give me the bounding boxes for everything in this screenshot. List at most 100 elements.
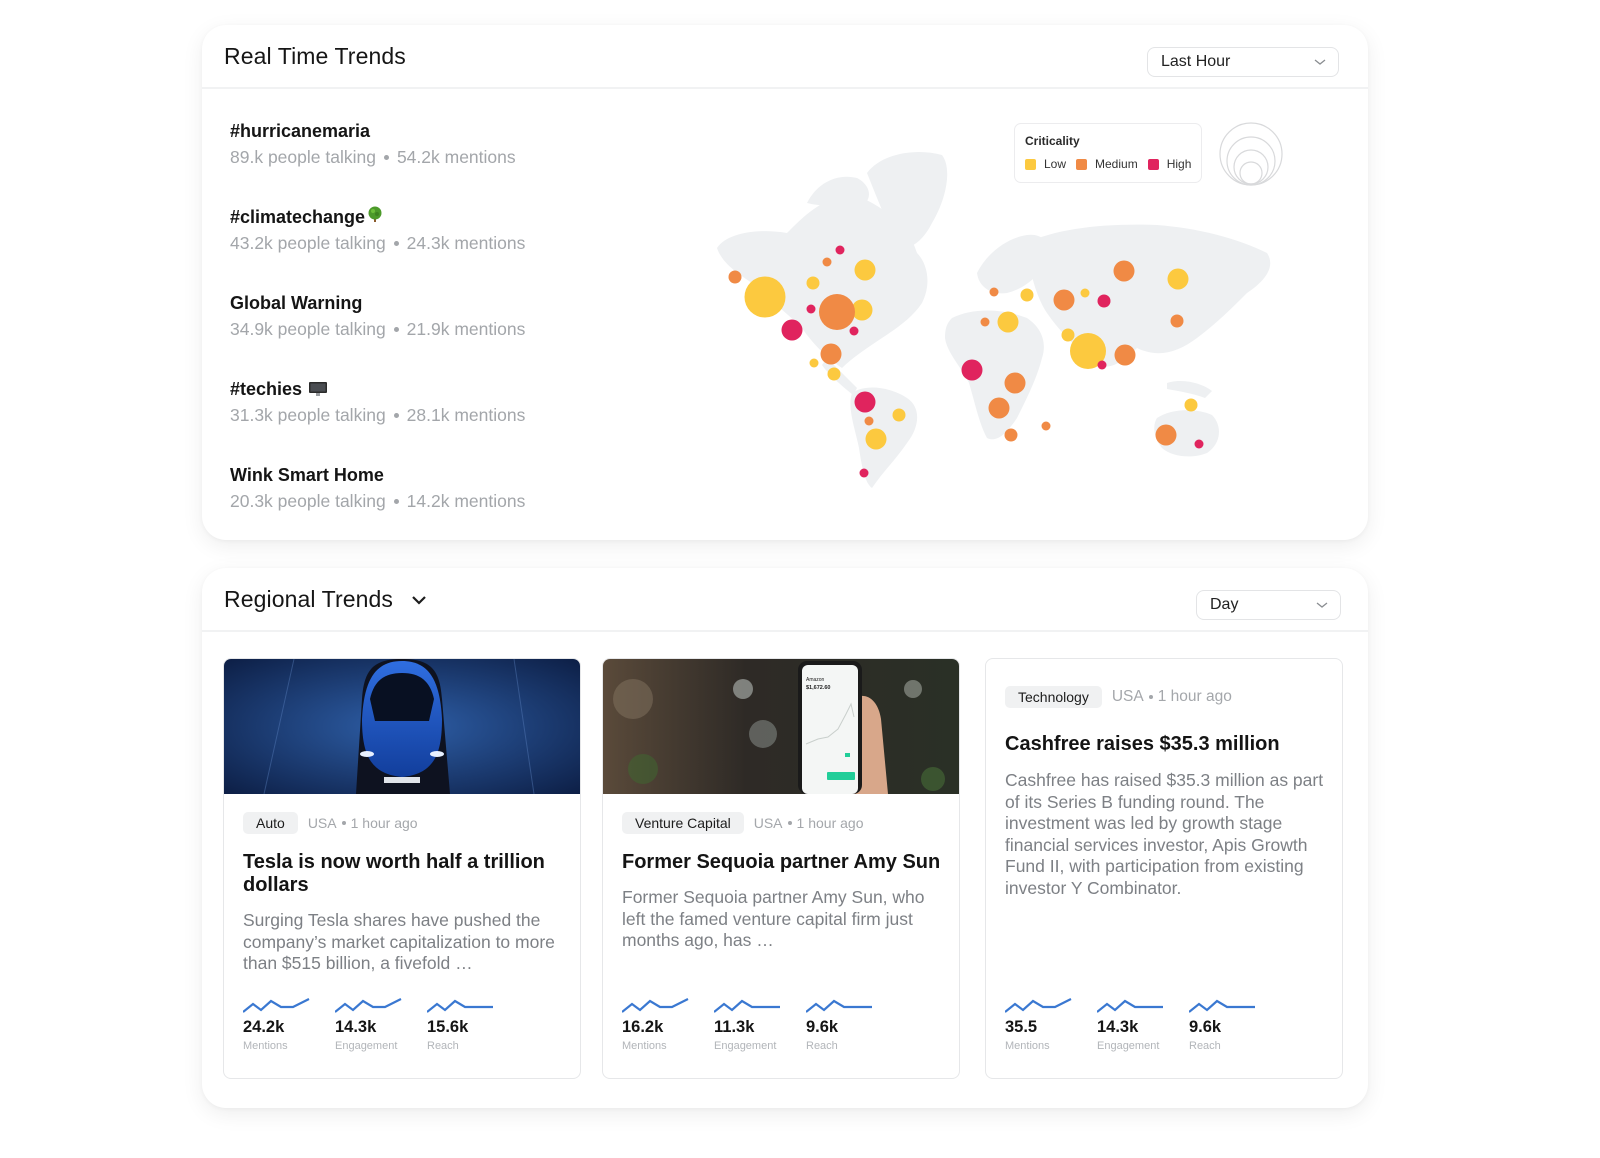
map-bubble-low[interactable] <box>1061 328 1075 342</box>
trend-title: #techies <box>230 378 303 399</box>
card-title[interactable]: Tesla is now worth half a trillion dolla… <box>243 851 564 897</box>
map-bubble-low[interactable] <box>1167 268 1189 290</box>
legend-label: Low <box>1044 157 1067 171</box>
map-bubble-medium[interactable] <box>988 397 1010 419</box>
map-bubble-low[interactable] <box>1020 288 1034 302</box>
stat-reach: 9.6k Reach <box>1189 996 1257 1052</box>
map-bubble-high[interactable] <box>1194 439 1204 449</box>
trend-title: Global Warning <box>230 292 363 313</box>
category-tag[interactable]: Technology <box>1005 686 1102 708</box>
trend-people: 43.2k people talking <box>230 233 386 253</box>
map-bubble-high[interactable] <box>961 359 983 381</box>
separator-dot <box>787 821 792 825</box>
category-tag[interactable]: Auto <box>243 812 298 834</box>
map-bubble-high[interactable] <box>849 326 859 336</box>
tesla-car-image <box>224 659 580 794</box>
trend-item[interactable]: Wink Smart Home 20.3k people talking 14.2… <box>230 459 525 545</box>
map-bubble-high[interactable] <box>1097 294 1111 308</box>
trend-item[interactable]: #climatechange 43.2k people talking 24.3k… <box>230 201 525 287</box>
trend-item[interactable]: Global Warning 34.9k people talking 21.9k… <box>230 287 525 373</box>
news-card[interactable]: Amazon $1,672.60 Venture Capital USA 1 ho… <box>602 658 960 1079</box>
select-value: Day <box>1210 596 1239 613</box>
map-bubble-medium[interactable] <box>1041 421 1051 431</box>
card-description: Former Sequoia partner Amy Sun, who left… <box>622 887 925 950</box>
separator-dot <box>1148 695 1153 699</box>
swatch-medium <box>1076 158 1088 170</box>
stat-label: Mentions <box>243 1040 288 1052</box>
card-stats: 24.2k Mentions 14.3k Engagement 15.6k Reach <box>243 996 519 1052</box>
stat-value: 16.2k <box>622 1018 664 1036</box>
map-bubble-high[interactable] <box>835 245 845 255</box>
legend-label: Medium <box>1095 157 1138 171</box>
trend-mentions: 28.1k mentions <box>406 405 526 425</box>
stat-mentions: 16.2k Mentions <box>622 996 690 1052</box>
stat-value: 14.3k <box>1097 1018 1139 1036</box>
map-bubble-medium[interactable] <box>1155 424 1177 446</box>
map-bubble-medium[interactable] <box>1170 314 1184 328</box>
sparkline-icon <box>714 999 780 1013</box>
world-map[interactable] <box>707 143 1287 493</box>
legend-label: High <box>1166 157 1192 171</box>
map-bubble-medium[interactable] <box>1113 260 1135 282</box>
map-bubble-medium[interactable] <box>819 294 855 330</box>
regional-trends-panel: Regional Trends Day Auto USA 1 hour ago … <box>202 568 1368 1108</box>
separator-dot <box>393 327 399 332</box>
card-description: Surging Tesla shares have pushed the com… <box>243 910 555 973</box>
card-title[interactable]: Former Sequoia partner Amy Sun <box>622 851 943 874</box>
news-card[interactable]: Auto USA 1 hour ago Tesla is now worth ha… <box>223 658 581 1079</box>
sparkline-icon <box>622 998 689 1013</box>
map-bubble-low[interactable] <box>892 408 906 422</box>
stat-value: 14.3k <box>335 1018 377 1036</box>
map-bubble-medium[interactable] <box>864 416 874 426</box>
time-range-select[interactable]: Day <box>1196 590 1341 620</box>
map-bubble-high[interactable] <box>781 319 803 341</box>
bubble-size-icon <box>1219 122 1283 186</box>
chevron-down-icon[interactable] <box>410 593 428 607</box>
timestamp: 1 hour ago <box>350 815 418 831</box>
map-bubble-low[interactable] <box>865 428 887 450</box>
phone-ticker: Amazon <box>806 677 825 683</box>
stat-mentions: 35.5 Mentions <box>1005 996 1073 1052</box>
map-bubble-medium[interactable] <box>820 343 842 365</box>
map-bubble-low[interactable] <box>997 311 1019 333</box>
map-bubble-medium[interactable] <box>822 257 832 267</box>
map-bubble-medium[interactable] <box>980 317 990 327</box>
map-bubble-high[interactable] <box>1097 360 1107 370</box>
trend-item[interactable]: #hurricanemaria 89.k people talking 54.2k… <box>230 115 525 201</box>
legend-item-high: High <box>1147 157 1192 171</box>
card-title[interactable]: Cashfree raises $35.3 million <box>1005 733 1326 756</box>
map-bubble-medium[interactable] <box>1114 344 1136 366</box>
sparkline-icon <box>335 998 402 1013</box>
separator-dot <box>393 413 399 418</box>
panel-title[interactable]: Regional Trends <box>224 586 393 613</box>
map-bubble-high[interactable] <box>806 304 816 314</box>
map-bubble-low[interactable] <box>854 259 876 281</box>
sparkline-icon <box>1097 999 1163 1013</box>
map-bubble-medium[interactable] <box>989 287 999 297</box>
swatch-high <box>1147 158 1159 170</box>
map-bubble-medium[interactable] <box>1004 372 1026 394</box>
panel-header: Real Time Trends Last Hour <box>202 25 1368 89</box>
map-bubble-high[interactable] <box>854 391 876 413</box>
map-bubble-low[interactable] <box>827 367 841 381</box>
trend-item[interactable]: #techies 31.3k people talking 28.1k menti… <box>230 373 525 459</box>
stat-label: Engagement <box>335 1040 398 1052</box>
swatch-low <box>1025 158 1036 170</box>
map-bubble-low[interactable] <box>1080 288 1090 298</box>
map-bubble-high[interactable] <box>859 468 869 478</box>
news-card[interactable]: Technology USA 1 hour ago Cashfree raises… <box>985 658 1343 1079</box>
map-bubble-medium[interactable] <box>1053 289 1075 311</box>
stat-value: 24.2k <box>243 1018 285 1036</box>
map-bubble-medium[interactable] <box>728 270 742 284</box>
map-bubble-medium[interactable] <box>1004 428 1018 442</box>
time-range-select[interactable]: Last Hour <box>1147 47 1339 77</box>
category-tag[interactable]: Venture Capital <box>622 812 744 834</box>
trend-mentions: 21.9k mentions <box>406 319 526 339</box>
map-bubble-low[interactable] <box>1184 398 1198 412</box>
trend-mentions: 54.2k mentions <box>396 147 516 167</box>
map-bubble-low[interactable] <box>744 276 786 318</box>
map-bubble-low[interactable] <box>806 276 820 290</box>
map-bubble-low[interactable] <box>809 358 819 368</box>
country: USA <box>307 815 337 831</box>
country: USA <box>1111 688 1144 705</box>
